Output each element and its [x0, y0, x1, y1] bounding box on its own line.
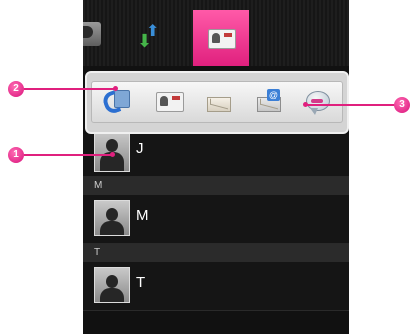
callout-line — [24, 154, 114, 156]
tab-contacts-active[interactable] — [193, 10, 249, 66]
section-letter: M — [94, 180, 103, 191]
avatar[interactable] — [94, 267, 130, 303]
phone-screen: ⬇ ⬆ J M M T T @ — [83, 0, 349, 334]
contact-name: M — [136, 207, 149, 224]
contacts-book-icon — [156, 92, 184, 112]
arrow-up-icon: ⬆ — [146, 23, 160, 40]
phone-icon[interactable] — [100, 88, 132, 116]
callout-marker-2: 2 — [8, 81, 24, 97]
tab-bar: ⬇ ⬆ — [83, 0, 349, 66]
contact-card-icon[interactable] — [154, 88, 184, 116]
at-badge-icon: @ — [267, 89, 280, 101]
callout-marker-1: 1 — [8, 147, 24, 163]
contact-tab-icon[interactable] — [83, 22, 101, 46]
callout-end-dot — [113, 86, 118, 91]
chat-icon[interactable] — [304, 88, 334, 116]
contact-row[interactable]: J — [83, 132, 349, 177]
avatar[interactable] — [94, 200, 130, 236]
callout-line — [24, 88, 116, 90]
contact-row[interactable]: M — [83, 195, 349, 244]
callout-marker-3: 3 — [394, 97, 410, 113]
contact-name: J — [136, 140, 144, 157]
envelope-icon — [207, 97, 231, 112]
email-icon[interactable]: @ — [254, 88, 284, 116]
message-icon[interactable] — [204, 88, 234, 116]
callout-end-dot — [110, 152, 115, 157]
callout-line — [306, 104, 398, 106]
contacts-list: J M M T T — [83, 132, 349, 311]
contact-row[interactable]: T — [83, 262, 349, 311]
callout-end-dot — [303, 102, 308, 107]
contacts-book-icon — [208, 29, 236, 49]
sort-arrows-icon[interactable]: ⬇ ⬆ — [135, 22, 160, 51]
contact-name: T — [136, 274, 146, 291]
quick-contact-popup: @ — [85, 71, 349, 134]
section-letter: T — [94, 247, 101, 258]
section-header: M — [83, 177, 349, 195]
section-header: T — [83, 244, 349, 262]
bubble-tail-icon — [310, 108, 318, 115]
